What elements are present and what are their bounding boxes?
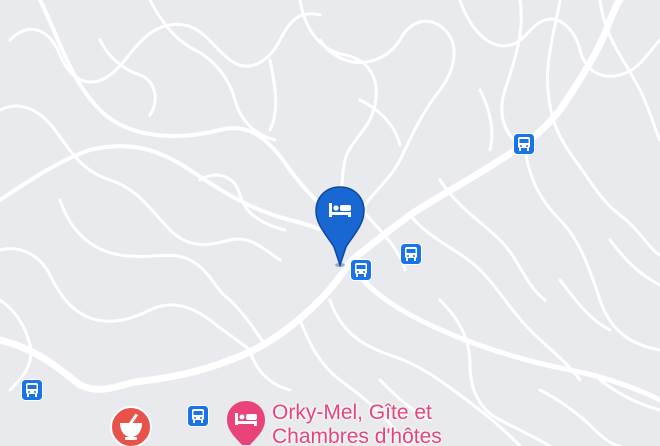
bus-stop-marker[interactable] — [400, 243, 422, 265]
poi-label-line1[interactable]: Orky-Mel, Gîte et — [272, 402, 432, 423]
bus-stop-marker[interactable] — [21, 379, 43, 401]
lodging-poi-marker[interactable] — [225, 399, 267, 446]
selected-hotel-pin[interactable] — [314, 185, 366, 269]
bus-stop-marker[interactable] — [350, 259, 372, 281]
bus-stop-marker[interactable] — [187, 405, 209, 427]
map-canvas[interactable]: Orky-Mel, Gîte et Chambres d'hôtes — [0, 0, 660, 446]
bus-stop-marker[interactable] — [513, 133, 535, 155]
poi-label-line2[interactable]: Chambres d'hôtes — [272, 426, 442, 446]
pharmacy-marker[interactable] — [108, 404, 154, 446]
